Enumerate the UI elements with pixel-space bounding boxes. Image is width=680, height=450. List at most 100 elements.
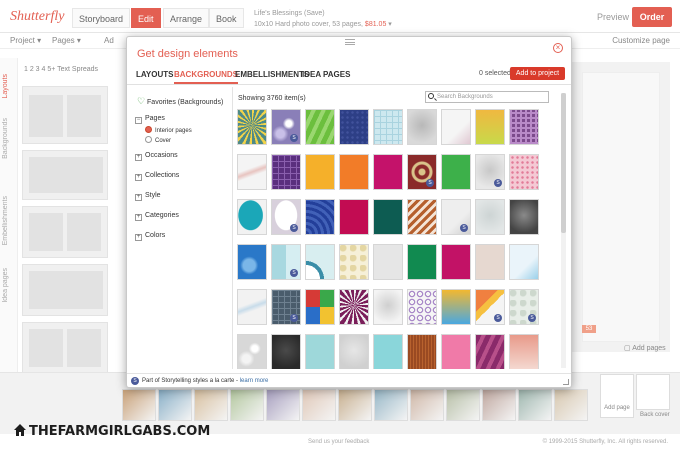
filmstrip-page-thumb[interactable] [518, 389, 552, 421]
background-swatch[interactable] [305, 334, 335, 369]
layout-thumb[interactable] [22, 322, 108, 374]
background-swatch[interactable]: S [271, 199, 301, 235]
tab-layouts[interactable]: LAYOUTS [136, 70, 174, 82]
filmstrip-page-thumb[interactable] [554, 389, 588, 421]
background-swatch[interactable] [475, 334, 505, 369]
tab-idea-pages[interactable]: IDEA PAGES [302, 70, 350, 82]
add-to-project-button[interactable]: Add to project [510, 67, 565, 80]
sidebar-tab-embellishments[interactable]: Embellishments [2, 196, 9, 245]
background-swatch[interactable] [305, 154, 335, 190]
filmstrip-page-thumb[interactable] [230, 389, 264, 421]
feedback-link[interactable]: Send us your feedback [308, 439, 369, 445]
preview-link[interactable]: Preview [597, 12, 629, 22]
background-swatch[interactable]: S [475, 289, 505, 325]
background-swatch[interactable] [475, 199, 505, 235]
background-swatch[interactable] [373, 334, 403, 369]
shutterfly-logo[interactable]: Shutterfly [10, 9, 64, 25]
tab-storyboard[interactable]: Storyboard [72, 8, 131, 28]
background-swatch[interactable] [441, 154, 471, 190]
background-swatch[interactable] [237, 334, 267, 369]
background-swatch[interactable] [237, 199, 267, 235]
background-swatch[interactable] [339, 289, 369, 325]
filmstrip-page-thumb[interactable] [338, 389, 372, 421]
filter-categories[interactable]: + Categories [135, 212, 179, 221]
filmstrip-page-thumb[interactable] [158, 389, 192, 421]
background-swatch[interactable] [339, 199, 369, 235]
filmstrip-page-thumb[interactable] [122, 389, 156, 421]
background-swatch[interactable] [305, 109, 335, 145]
background-swatch[interactable] [271, 334, 301, 369]
filter-colors[interactable]: + Colors [135, 232, 165, 241]
layout-thumb[interactable] [22, 264, 108, 316]
background-swatch[interactable] [373, 244, 403, 280]
filmstrip-page-thumb[interactable] [266, 389, 300, 421]
background-swatch[interactable]: S [271, 244, 301, 280]
filmstrip-page-thumb[interactable] [482, 389, 516, 421]
background-swatch[interactable] [441, 244, 471, 280]
filter-occasions[interactable]: + Occasions [135, 152, 178, 161]
back-cover-thumb[interactable] [636, 374, 670, 410]
filter-style[interactable]: + Style [135, 192, 161, 201]
background-swatch[interactable] [475, 109, 505, 145]
filmstrip-page-thumb[interactable] [446, 389, 480, 421]
background-swatch[interactable] [441, 334, 471, 369]
background-swatch[interactable] [509, 244, 539, 280]
background-swatch[interactable] [407, 109, 437, 145]
background-swatch[interactable]: S [475, 154, 505, 190]
pages-menu[interactable]: Pages ▾ [52, 36, 81, 45]
tab-arrange[interactable]: Arrange [163, 8, 210, 28]
background-swatch[interactable] [509, 199, 539, 235]
order-button[interactable]: Order [632, 7, 672, 27]
background-swatch[interactable] [305, 199, 335, 235]
background-swatch[interactable] [237, 154, 267, 190]
filter-collections[interactable]: + Collections [135, 172, 179, 181]
background-swatch[interactable] [305, 289, 335, 325]
background-swatch[interactable] [509, 154, 539, 190]
layout-thumb[interactable] [22, 150, 108, 200]
filmstrip-page-thumb[interactable] [410, 389, 444, 421]
background-swatch[interactable] [237, 289, 267, 325]
sidebar-tab-idea-pages[interactable]: Idea pages [2, 268, 9, 303]
background-swatch[interactable] [373, 199, 403, 235]
background-swatch[interactable]: S [271, 109, 301, 145]
tab-embellishments[interactable]: EMBELLISHMENTS [235, 70, 309, 82]
background-swatch[interactable] [407, 334, 437, 369]
results-scrollbar[interactable] [561, 93, 566, 368]
background-swatch[interactable] [509, 109, 539, 145]
background-swatch[interactable] [509, 334, 539, 369]
sidebar-tab-layouts[interactable]: Layouts [2, 74, 9, 99]
learn-more-link[interactable]: learn more [240, 378, 269, 384]
background-swatch[interactable] [475, 244, 505, 280]
filmstrip-page-thumb[interactable] [302, 389, 336, 421]
background-swatch[interactable] [339, 334, 369, 369]
background-swatch[interactable]: S [271, 289, 301, 325]
tab-backgrounds[interactable]: BACKGROUNDS [174, 70, 238, 84]
sidebar-tab-backgrounds[interactable]: Backgrounds [2, 118, 9, 159]
add-menu[interactable]: Ad [104, 36, 114, 45]
background-swatch[interactable] [441, 289, 471, 325]
background-swatch[interactable] [339, 154, 369, 190]
search-input[interactable]: Search Backgrounds [425, 91, 549, 103]
favorites-filter[interactable]: ♡ Favorites (Backgrounds) [137, 96, 223, 107]
background-swatch[interactable] [305, 244, 335, 280]
tab-edit[interactable]: Edit [131, 8, 161, 28]
resize-handle[interactable] [563, 379, 569, 385]
customize-page-link[interactable]: Customize page [612, 36, 670, 45]
filmstrip-page-thumb[interactable] [194, 389, 228, 421]
page-canvas[interactable] [570, 62, 670, 352]
background-swatch[interactable]: S [509, 289, 539, 325]
background-swatch[interactable] [373, 154, 403, 190]
tab-book[interactable]: Book [209, 8, 244, 28]
book-title[interactable]: Life's Blessings [254, 10, 302, 17]
layout-thumb[interactable] [22, 86, 108, 144]
layout-page-filter[interactable]: 1 2 3 4 5+ Text Spreads [24, 66, 98, 73]
add-page-button[interactable]: Add page [600, 374, 634, 418]
background-swatch[interactable]: S [441, 199, 471, 235]
drag-handle[interactable] [345, 39, 355, 45]
radio-cover[interactable]: Cover [145, 136, 171, 144]
save-link[interactable]: (Save) [304, 10, 325, 17]
project-menu[interactable]: Project ▾ [10, 36, 41, 45]
background-swatch[interactable]: S [407, 154, 437, 190]
layout-thumb[interactable] [22, 206, 108, 258]
background-swatch[interactable] [407, 289, 437, 325]
